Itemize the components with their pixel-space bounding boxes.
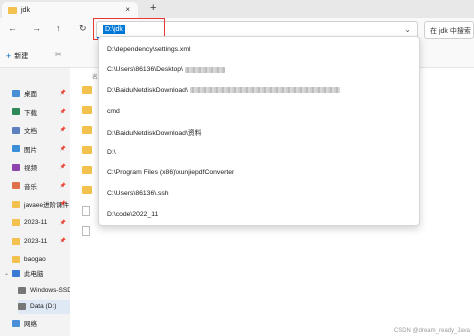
address-suggestion-text: C:\Users\86136\Desktop\ — [107, 66, 183, 74]
sidebar-item-label: 下载 — [24, 109, 37, 117]
sidebar-item-label: 音乐 — [24, 183, 37, 191]
address-suggestion-text: D:\BaiduNetdiskDownload\ — [107, 86, 188, 94]
sidebar-item[interactable]: baogao — [12, 253, 70, 267]
sidebar-item-drive[interactable]: 网络 — [12, 316, 70, 330]
music-icon — [12, 182, 20, 189]
address-suggestion-text: D:\BaiduNetdiskDownload\资料 — [107, 129, 202, 137]
address-suggestion-item[interactable]: C:\Program Files (x86)\xunjiepdfConverte… — [99, 163, 419, 184]
sidebar-item-label: Windows-SSD — [30, 286, 72, 294]
folder-icon — [8, 6, 17, 14]
sidebar-item-label: Data (D:) — [30, 303, 57, 310]
sidebar-item-this-pc[interactable]: ⌄ 此电脑 — [4, 266, 70, 280]
file-row[interactable] — [82, 226, 90, 236]
new-button-label: 新建 — [14, 53, 29, 60]
pin-icon: 📌 — [59, 127, 66, 133]
folder-icon — [12, 200, 20, 208]
sidebar-item-label: 桌面 — [24, 91, 37, 98]
address-suggestion-text: C:\Users\86136\.ssh — [107, 189, 169, 197]
tab-jdk[interactable]: jdk × — [2, 2, 138, 18]
sidebar-item-label: 视频 — [24, 165, 37, 172]
new-button[interactable]: + 新建 — [6, 51, 28, 61]
sidebar-item-label: 文档 — [24, 128, 37, 135]
sidebar-item-label: 此电脑 — [24, 271, 44, 278]
sidebar-item-drive[interactable]: Data (D:) — [18, 299, 70, 314]
address-suggestion-text: C:\Program Files (x86)\xunjiepdfConverte… — [107, 169, 235, 177]
sidebar-item[interactable]: 视频 📌 — [12, 160, 70, 174]
address-suggestion-item[interactable]: C:\Users\86136\.ssh — [99, 183, 419, 204]
sidebar: 桌面 📌 下载 📌 文档 📌 图片 📌 视频 📌 音乐 📌 javaee进阶课件 📌 2023-11 📌 202… — [0, 68, 72, 336]
redacted-text — [189, 87, 340, 94]
folder-row[interactable] — [82, 106, 92, 114]
pin-icon: 📌 — [59, 164, 66, 170]
chevron-down-icon[interactable]: ⌄ — [404, 25, 411, 34]
address-suggestion-item[interactable]: D:\dependency\settings.xml — [99, 39, 419, 60]
documents-icon — [12, 126, 20, 134]
tab-bar: jdk × + — [0, 0, 474, 18]
sidebar-item[interactable]: 桌面 📌 — [12, 86, 70, 100]
pin-icon: 📌 — [59, 145, 66, 152]
new-tab-button[interactable]: + — [150, 2, 156, 14]
sidebar-item-label: 网络 — [24, 321, 37, 328]
drive-icon — [18, 303, 26, 310]
sidebar-item[interactable]: 2023-11 📌 — [12, 234, 70, 248]
address-suggestion-text: D:\code\2022_11 — [107, 210, 159, 218]
watermark: CSDN @dream_ready_Java — [393, 328, 470, 334]
file-row[interactable] — [82, 206, 90, 216]
address-input-value[interactable]: D:\jdk — [103, 25, 125, 34]
back-arrow-icon[interactable]: ← — [8, 23, 17, 33]
pin-icon: 📌 — [59, 238, 66, 244]
sidebar-item[interactable]: 音乐 📌 — [12, 179, 70, 193]
forward-arrow-icon[interactable]: → — [32, 23, 41, 33]
folder-row[interactable] — [82, 146, 92, 154]
computer-icon — [12, 269, 20, 277]
address-suggestion-item[interactable]: cmd — [99, 101, 419, 122]
redacted-text — [184, 66, 225, 73]
address-suggestion-text: D:\dependency\settings.xml — [107, 45, 191, 53]
download-icon — [12, 108, 20, 115]
folder-row[interactable] — [82, 166, 92, 174]
address-suggestion-item[interactable]: C:\Users\86136\Desktop\ — [99, 60, 419, 81]
folder-icon — [12, 256, 20, 263]
drive-icon — [18, 286, 26, 294]
address-suggestion-text: cmd — [107, 107, 120, 115]
pin-icon: 📌 — [59, 182, 66, 189]
address-suggestion-text: D:\ — [107, 148, 116, 156]
plus-icon: + — [6, 51, 12, 61]
address-suggestion-item[interactable]: D:\code\2022_11 — [99, 204, 419, 225]
sidebar-item-label: 图片 — [24, 146, 37, 154]
folder-row[interactable] — [82, 126, 92, 134]
close-icon[interactable]: × — [125, 5, 130, 14]
address-suggestion-item[interactable]: D:\BaiduNetdiskDownload\资料 — [99, 121, 419, 142]
sidebar-item-drive[interactable]: Windows-SSD — [18, 283, 76, 297]
sidebar-item[interactable]: 2023-11 📌 — [12, 216, 70, 230]
network-icon — [12, 319, 20, 327]
sidebar-item[interactable]: 文档 📌 — [12, 123, 70, 137]
address-suggestion-item[interactable]: D:\ — [99, 142, 419, 163]
up-arrow-icon[interactable]: ↑ — [56, 23, 61, 33]
sidebar-item-label: 2023-11 — [24, 237, 48, 245]
address-history-dropdown: D:\dependency\settings.xml C:\Users\86136… — [98, 36, 420, 226]
address-suggestion-item[interactable]: D:\BaiduNetdiskDownload\ — [99, 80, 419, 101]
search-input[interactable]: 在 jdk 中搜索 — [424, 21, 474, 39]
videos-icon — [12, 163, 20, 171]
folder-row[interactable] — [82, 186, 92, 194]
folder-icon — [12, 219, 20, 226]
folder-icon — [12, 237, 20, 245]
sidebar-item[interactable]: 下载 📌 — [12, 105, 70, 119]
chevron-down-icon[interactable]: ⌄ — [4, 270, 9, 277]
desktop-icon — [12, 89, 20, 97]
pin-icon: 📌 — [59, 219, 66, 226]
pin-icon: 📌 — [59, 108, 66, 115]
sidebar-item[interactable]: javaee进阶课件 📌 — [12, 197, 70, 211]
pin-icon: 📌 — [59, 201, 66, 207]
folder-row[interactable] — [82, 86, 92, 94]
tab-title: jdk — [21, 6, 30, 14]
sidebar-item-label: baogao — [24, 256, 46, 263]
cut-icon[interactable]: ✂ — [55, 50, 62, 59]
sidebar-item-label: 2023-11 — [24, 219, 48, 226]
sidebar-item[interactable]: 图片 📌 — [12, 142, 70, 156]
pin-icon: 📌 — [59, 90, 66, 96]
refresh-icon[interactable]: ↻ — [79, 23, 87, 34]
pictures-icon — [12, 145, 20, 152]
